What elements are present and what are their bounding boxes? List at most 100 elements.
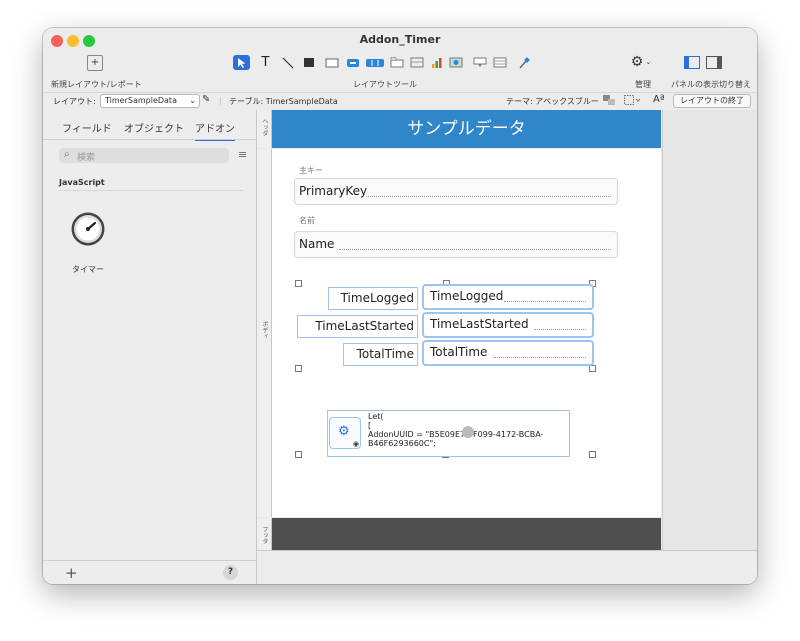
code-line: [	[368, 421, 372, 430]
time-last-started-field-name: TimeLastStarted	[430, 317, 529, 331]
chevron-down-icon: ⌄	[645, 58, 652, 66]
layout-prefix-label: レイアウト:	[53, 97, 96, 106]
time-last-started-label[interactable]: TimeLastStarted	[297, 315, 418, 338]
panel-toggle-label: パネルの表示切り替え	[671, 80, 751, 89]
field-tool[interactable]	[323, 55, 340, 70]
sidebar-footer-divider	[43, 560, 256, 561]
web-viewer-tool[interactable]	[447, 55, 464, 70]
tab-control-tool[interactable]	[388, 55, 405, 70]
layout-canvas: ヘッダ ボディ フッタ サンプルデータ 主キー PrimaryKey 名前 Na…	[257, 110, 757, 550]
arrange-icon[interactable]	[603, 95, 615, 107]
field-icon	[325, 58, 338, 67]
exit-layout-button[interactable]: レイアウトの終了	[673, 94, 751, 108]
footer-part-label: フッタ	[261, 526, 268, 544]
body-part-label: ボディ	[261, 321, 268, 339]
right-panel-toggle[interactable]	[706, 56, 722, 69]
body-part-tab[interactable]: ボディ	[257, 149, 272, 517]
window-title: Addon_Timer	[359, 33, 441, 46]
web-viewer-code: Let( [ AddonUUID = "B5E09E7E-F099-4172-B…	[368, 412, 543, 448]
primary-key-label[interactable]: 主キー	[299, 165, 323, 176]
layout-selector[interactable]: TimerSampleData ⌄	[100, 94, 200, 108]
exit-layout-label: レイアウトの終了	[680, 96, 744, 105]
header-part-tab[interactable]: ヘッダ	[257, 110, 272, 148]
button-bar-tool[interactable]	[365, 55, 385, 70]
field-baseline	[504, 301, 586, 302]
sidebar-left-icon	[685, 57, 689, 68]
time-last-started-field[interactable]: TimeLastStarted	[422, 312, 594, 338]
add-button[interactable]: +	[65, 564, 78, 582]
theme-label: テーマ: アペックスブルー	[506, 97, 599, 106]
grid-icon[interactable]	[624, 95, 641, 107]
bottom-status-bar	[257, 550, 757, 584]
list-view-icon[interactable]: ≡	[238, 148, 247, 161]
badge-icon	[462, 426, 474, 438]
rectangle-tool[interactable]	[300, 55, 317, 70]
line-tool[interactable]	[279, 55, 296, 70]
manage-button[interactable]: ⚙ ⌄	[628, 54, 654, 70]
selection-handle[interactable]	[589, 365, 596, 372]
layout-body: 主キー PrimaryKey 名前 Name TimeLogged TimeLo…	[272, 149, 661, 517]
timer-icon	[71, 212, 105, 246]
eye-icon: ◉	[352, 440, 359, 448]
addon-settings-button[interactable]: ⚙ ◉	[329, 417, 361, 449]
pointer-tool[interactable]	[233, 55, 250, 70]
total-time-label[interactable]: TotalTime	[343, 343, 418, 366]
button-tool[interactable]	[344, 55, 361, 70]
new-layout-button[interactable]: +	[87, 55, 103, 71]
font-size-icon[interactable]: Aª	[653, 94, 665, 105]
field-baseline	[494, 357, 586, 358]
selection-handle[interactable]	[295, 451, 302, 458]
sidebar-right-icon	[717, 57, 721, 68]
divider: |	[219, 96, 222, 105]
line-icon	[282, 57, 293, 68]
tab-objects[interactable]: オブジェクト	[124, 120, 184, 135]
gear-icon: ⚙	[630, 54, 644, 70]
gear-icon: ⚙	[338, 424, 350, 439]
code-line: B46F6293660C";	[368, 439, 436, 448]
chart-icon	[431, 58, 441, 68]
time-logged-label[interactable]: TimeLogged	[328, 287, 418, 310]
search-input[interactable]: ⌕ 検索	[59, 148, 229, 163]
tab-addons[interactable]: アドオン	[195, 120, 235, 141]
header-title[interactable]: サンプルデータ	[407, 119, 526, 139]
timer-addon-item[interactable]	[70, 211, 106, 247]
name-label[interactable]: 名前	[299, 215, 315, 226]
canvas-gutter	[662, 110, 757, 550]
chart-tool[interactable]	[428, 55, 445, 70]
layout-header: サンプルデータ	[272, 110, 661, 148]
selection-handle[interactable]	[295, 280, 302, 287]
help-button[interactable]: ?	[223, 565, 238, 580]
search-placeholder: 検索	[77, 153, 96, 163]
footer-part-tab[interactable]: フッタ	[257, 518, 272, 550]
table-label: テーブル: TimerSampleData	[229, 97, 338, 106]
text-tool[interactable]: T	[257, 55, 274, 70]
total-time-field[interactable]: TotalTime	[422, 340, 594, 366]
timer-web-viewer[interactable]: ⚙ ◉ Let( [ AddonUUID = "B5E09E7E-F099-41…	[327, 410, 570, 457]
slide-control-tool[interactable]	[408, 55, 425, 70]
tab-fields[interactable]: フィールド	[62, 120, 112, 135]
edit-layout-icon[interactable]: ✎	[202, 94, 210, 105]
time-logged-field[interactable]: TimeLogged	[422, 284, 594, 310]
button-bar-icon	[366, 58, 384, 67]
popover-button-tool[interactable]	[471, 55, 488, 70]
chevron-down-icon: ⌄	[189, 96, 196, 105]
left-panel-toggle[interactable]	[684, 56, 700, 69]
layout-info-bar: レイアウト: TimerSampleData ⌄ ✎ | テーブル: Timer…	[43, 92, 757, 110]
layout-selector-value: TimerSampleData	[105, 96, 177, 105]
timer-addon-label: タイマー	[72, 265, 104, 274]
primary-key-field[interactable]: PrimaryKey	[294, 178, 618, 205]
slide-control-icon	[410, 57, 423, 68]
tabs-divider	[43, 139, 256, 140]
pointer-icon	[237, 57, 245, 68]
layout-tools-label: レイアウトツール	[353, 80, 417, 89]
code-line: AddonUUID = "B5E09E7E-F099-4172-BCBA-	[368, 430, 544, 439]
new-layout-label: 新規レイアウト/レポート	[51, 80, 142, 89]
selection-handle[interactable]	[589, 451, 596, 458]
name-field[interactable]: Name	[294, 231, 618, 258]
selection-handle[interactable]	[295, 365, 302, 372]
button-icon	[346, 58, 359, 67]
portal-tool[interactable]	[491, 55, 508, 70]
field-baseline	[534, 329, 586, 330]
text-tool-icon: T	[261, 55, 270, 70]
format-painter-tool[interactable]	[515, 55, 532, 70]
